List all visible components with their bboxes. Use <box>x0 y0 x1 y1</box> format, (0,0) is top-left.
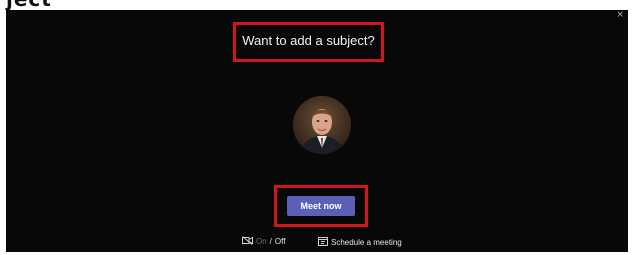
meet-now-dialog: × Want to add a subject? Meet now On / O… <box>6 10 628 252</box>
video-toggle[interactable]: On / Off <box>242 236 285 247</box>
video-on-label[interactable]: On <box>256 237 267 246</box>
subject-input[interactable]: Want to add a subject? <box>240 33 377 48</box>
avatar-photo <box>293 96 351 154</box>
video-toggle-separator: / <box>269 237 272 246</box>
cropped-title: ject <box>6 0 52 10</box>
avatar <box>293 96 351 154</box>
subject-highlight: Want to add a subject? <box>233 22 384 62</box>
meet-now-button[interactable]: Meet now <box>287 196 355 216</box>
calendar-icon <box>318 236 328 248</box>
video-off-icon <box>242 236 253 247</box>
page-header-fragment: ject <box>0 0 634 10</box>
video-off-label[interactable]: Off <box>275 237 286 246</box>
schedule-meeting-label[interactable]: Schedule a meeting <box>331 238 402 247</box>
schedule-meeting-link[interactable]: Schedule a meeting <box>318 236 402 248</box>
meeting-options-bar: On / Off Schedule a meeting <box>6 236 628 250</box>
meet-now-highlight: Meet now <box>274 185 368 227</box>
close-icon[interactable]: × <box>616 10 624 20</box>
